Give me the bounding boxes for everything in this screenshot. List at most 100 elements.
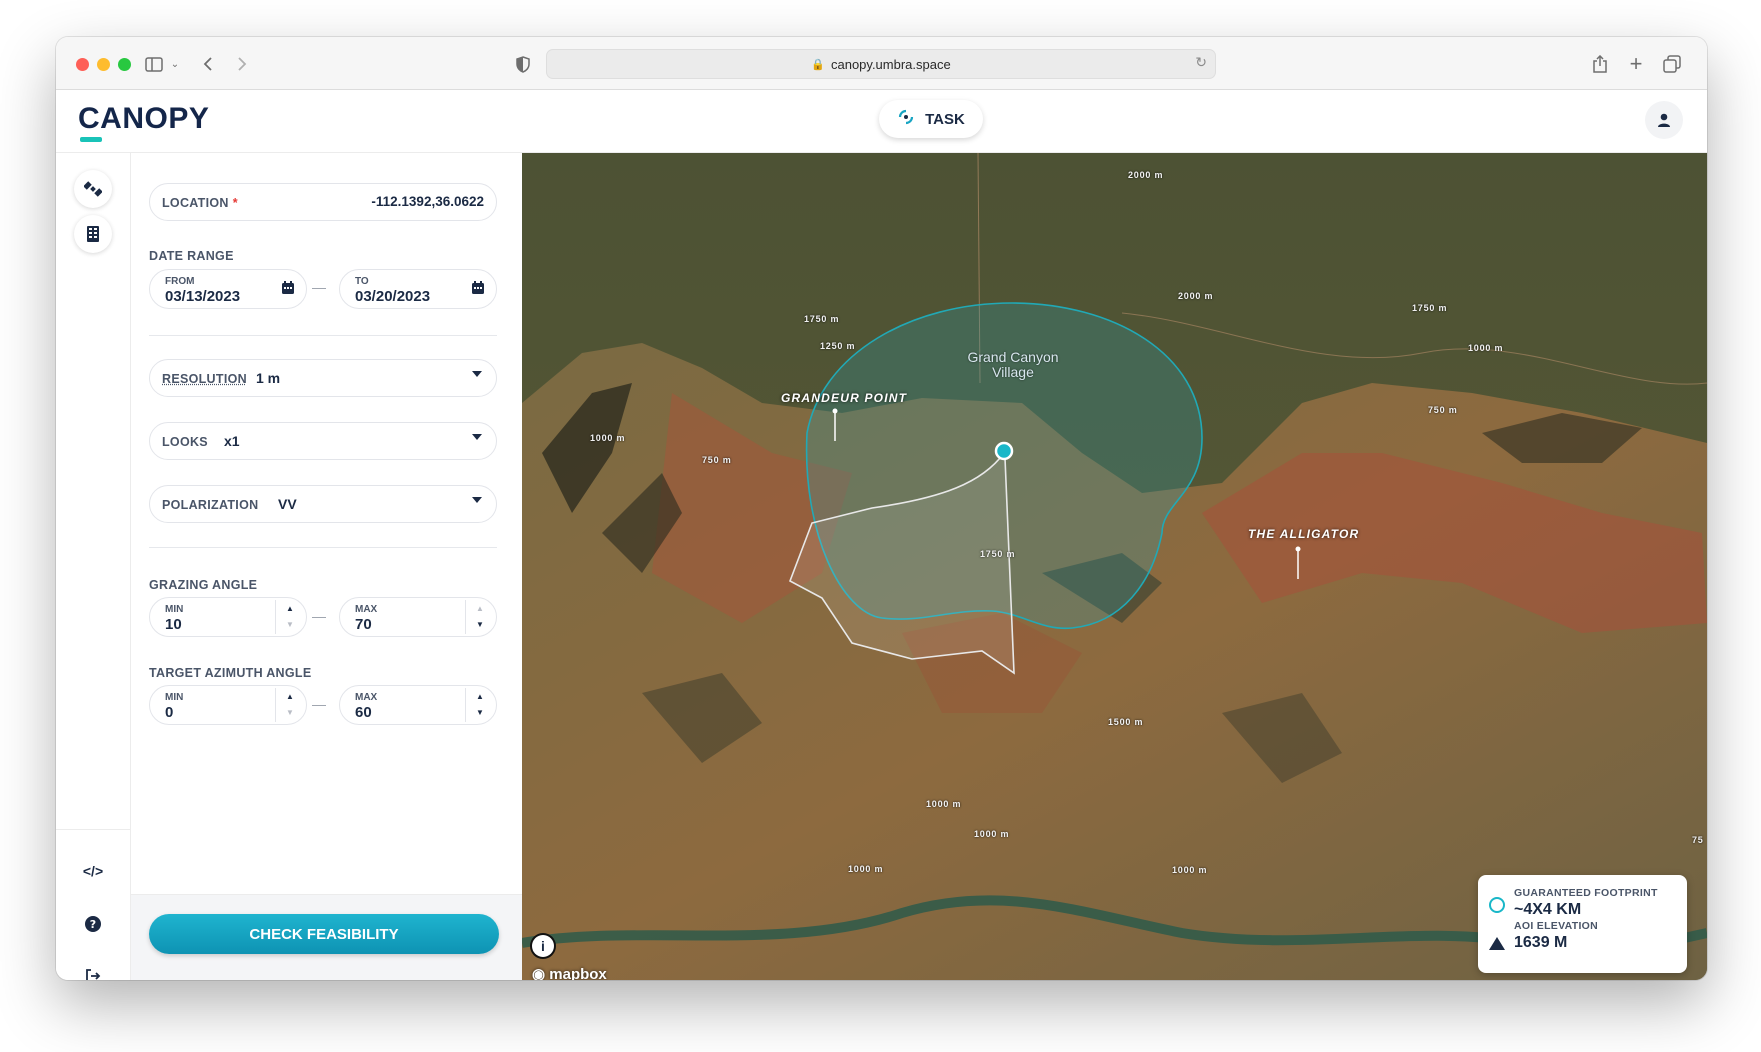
browser-window: ⌄ 🔒 canopy.umbra.space ↻ + CANOPY TASK <… [56, 37, 1707, 980]
target-marker[interactable] [994, 441, 1014, 461]
chevron-down-icon [472, 497, 482, 503]
task-button[interactable]: TASK [879, 100, 983, 138]
location-value: -112.1392,36.0622 [371, 194, 484, 209]
footprint-label: GUARANTEED FOOTPRINT [1514, 887, 1658, 899]
polarization-value: VV [278, 496, 297, 512]
contour-label: 1000 m [1468, 343, 1504, 353]
mountain-icon [1489, 937, 1505, 950]
contour-label: 1000 m [848, 864, 884, 874]
close-window-button[interactable] [76, 58, 89, 71]
polarization-label: POLARIZATION [162, 498, 259, 512]
location-field[interactable]: LOCATION * -112.1392,36.0622 [149, 183, 497, 221]
date-from-field[interactable]: FROM 03/13/2023 [149, 269, 307, 309]
elevation-label: AOI ELEVATION [1514, 920, 1599, 932]
chevron-down-icon [472, 371, 482, 377]
max-value: 60 [355, 704, 372, 721]
address-bar[interactable]: 🔒 canopy.umbra.space ↻ [546, 49, 1216, 79]
date-range-separator: — [312, 279, 326, 295]
logout-icon[interactable] [74, 961, 112, 980]
canopy-logo[interactable]: CANOPY [78, 102, 209, 136]
share-icon[interactable] [1588, 51, 1612, 77]
date-to-field[interactable]: TO 03/20/2023 [339, 269, 497, 309]
increment-icon[interactable]: ▲ [282, 601, 298, 617]
mapbox-text: mapbox [549, 966, 607, 980]
grazing-max-stepper[interactable]: MAX 70 ▲ ▼ [339, 597, 497, 637]
url-text: canopy.umbra.space [830, 56, 951, 72]
building-icon [87, 226, 99, 242]
resolution-value: 1 m [256, 370, 281, 386]
stepper-arrows[interactable]: ▲ ▼ [472, 689, 488, 723]
min-label: MIN [165, 692, 184, 703]
zoom-window-button[interactable] [118, 58, 131, 71]
form-footer: CHECK FEASIBILITY [131, 894, 522, 980]
contour-label: 750 m [702, 455, 732, 465]
logo-accent [80, 137, 102, 142]
mapbox-attribution[interactable]: ◉ mapbox [532, 965, 607, 980]
tasking-form-panel: LOCATION * -112.1392,36.0622 DATE RANGE F… [131, 153, 522, 980]
decrement-icon[interactable]: ▼ [282, 617, 298, 633]
chevron-down-icon[interactable]: ⌄ [168, 51, 182, 77]
polarization-select[interactable]: POLARIZATION VV [149, 485, 497, 523]
privacy-shield-icon[interactable] [511, 51, 535, 77]
decrement-icon[interactable]: ▼ [472, 617, 488, 633]
decrement-icon[interactable]: ▼ [282, 705, 298, 721]
stepper-arrows[interactable]: ▲ ▼ [282, 689, 298, 723]
village-label: Grand Canyon Village [967, 349, 1059, 380]
min-value: 0 [165, 704, 174, 721]
elevation-value: 1639 M [1514, 934, 1568, 951]
azimuth-min-stepper[interactable]: MIN 0 ▲ ▼ [149, 685, 307, 725]
reload-icon[interactable]: ↻ [1195, 54, 1207, 71]
range-separator: — [312, 608, 326, 624]
stepper-divider [465, 600, 466, 634]
minimize-window-button[interactable] [97, 58, 110, 71]
grazing-min-stepper[interactable]: MIN 10 ▲ ▼ [149, 597, 307, 637]
resolution-label: RESOLUTION [162, 372, 247, 386]
footprint-value: ~4X4 KM [1514, 901, 1582, 918]
chevron-down-icon [472, 434, 482, 440]
back-icon[interactable] [196, 51, 220, 77]
tasks-nav-button[interactable] [74, 215, 112, 253]
decrement-icon[interactable]: ▼ [472, 705, 488, 721]
calendar-icon[interactable] [472, 281, 484, 297]
target-azimuth-label: TARGET AZIMUTH ANGLE [149, 666, 312, 680]
looks-select[interactable]: LOOKS x1 [149, 422, 497, 460]
contour-label: 1000 m [590, 433, 626, 443]
check-feasibility-button[interactable]: CHECK FEASIBILITY [149, 914, 499, 954]
tab-overview-icon[interactable] [1660, 51, 1684, 77]
increment-icon[interactable]: ▲ [472, 601, 488, 617]
contour-label: 1500 m [1108, 717, 1144, 727]
help-icon[interactable]: ? [74, 909, 112, 939]
sidebar-toggle-icon[interactable] [142, 51, 166, 77]
the-alligator-label: THE ALLIGATOR [1248, 527, 1360, 541]
task-label: TASK [925, 110, 965, 128]
to-value: 03/20/2023 [355, 288, 431, 305]
azimuth-max-stepper[interactable]: MAX 60 ▲ ▼ [339, 685, 497, 725]
from-value: 03/13/2023 [165, 288, 241, 305]
svg-text:?: ? [90, 918, 96, 931]
new-tab-icon[interactable]: + [1624, 51, 1648, 77]
max-label: MAX [355, 604, 378, 615]
contour-label: 1000 m [926, 799, 962, 809]
increment-icon[interactable]: ▲ [472, 689, 488, 705]
contour-label: 1000 m [1172, 865, 1208, 875]
to-label: TO [355, 276, 369, 287]
user-menu-button[interactable] [1645, 101, 1683, 139]
forward-icon[interactable] [230, 51, 254, 77]
increment-icon[interactable]: ▲ [282, 689, 298, 705]
code-icon[interactable]: </> [74, 856, 112, 886]
stepper-divider [275, 600, 276, 634]
satellite-nav-button[interactable] [74, 170, 112, 208]
calendar-icon[interactable] [282, 281, 294, 297]
resolution-select[interactable]: RESOLUTION 1 m [149, 359, 497, 397]
map-info-button[interactable]: i [532, 935, 554, 957]
map-view[interactable]: Grand Canyon Village GRANDEUR POINT THE … [522, 153, 1707, 980]
lock-icon: 🔒 [811, 58, 825, 71]
satellite-signal-icon [897, 108, 915, 131]
looks-label: LOOKS [162, 435, 208, 449]
contour-label: 2000 m [1178, 291, 1214, 301]
stepper-arrows[interactable]: ▲ ▼ [472, 601, 488, 635]
max-label: MAX [355, 692, 378, 703]
contour-label: 2000 m [1128, 170, 1164, 180]
stepper-arrows[interactable]: ▲ ▼ [282, 601, 298, 635]
contour-label: 75 [1692, 835, 1704, 845]
